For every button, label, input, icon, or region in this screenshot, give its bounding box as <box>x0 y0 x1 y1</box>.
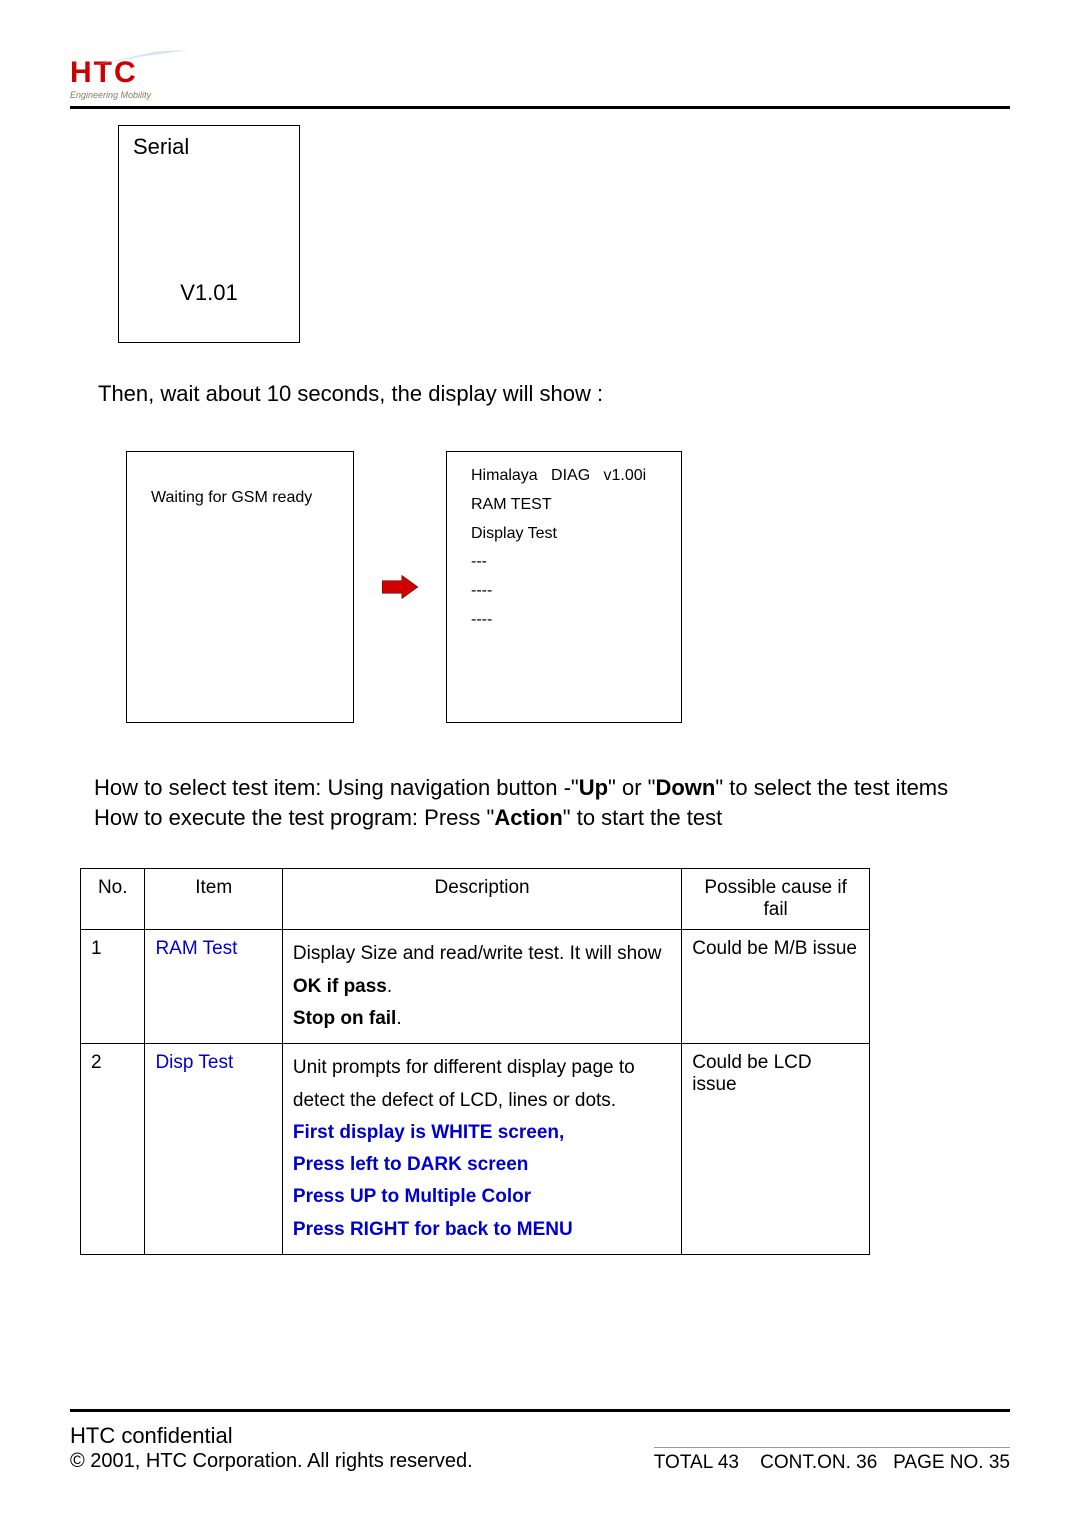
logo-brand-text: HTC <box>70 58 138 88</box>
ram-test-link: RAM Test <box>155 938 237 959</box>
cell-desc-1: Display Size and read/write test. It wil… <box>282 930 681 1044</box>
screens-row: Waiting for GSM ready Himalaya DIAG v1.0… <box>126 451 1010 723</box>
instr-select-prefix: How to select test item: Using navigatio… <box>94 775 579 800</box>
diag-dash-2: ---- <box>471 577 657 606</box>
diag-ram-test: RAM TEST <box>471 491 657 520</box>
table-row: 1 RAM Test Display Size and read/write t… <box>81 930 870 1044</box>
instr-down-key: Down <box>655 775 715 800</box>
serial-title: Serial <box>133 134 285 160</box>
instr-select-suffix: " to select the test items <box>715 775 948 800</box>
cell-no-1: 1 <box>81 930 145 1044</box>
screen-waiting-line1: Waiting for GSM ready <box>151 484 329 513</box>
cell-item-ram-test: RAM Test <box>145 930 282 1044</box>
test-items-table: No. Item Description Possible cause if f… <box>80 868 870 1255</box>
serial-box: Serial V1.01 <box>118 125 300 343</box>
col-header-desc: Description <box>282 869 681 930</box>
instruction-execute: How to execute the test program: Press "… <box>94 803 1010 833</box>
footer-cont: CONT.ON. 36 <box>760 1452 877 1473</box>
cell-item-disp-test: Disp Test <box>145 1044 282 1255</box>
desc2-text: Unit prompts for different display page … <box>293 1057 635 1110</box>
desc1-post: . <box>387 976 392 997</box>
col-header-cause: Possible cause if fail <box>682 869 870 930</box>
screen-waiting: Waiting for GSM ready <box>126 451 354 723</box>
cell-cause-2: Could be LCD issue <box>682 1044 870 1255</box>
instr-select-mid: " or " <box>608 775 655 800</box>
arrow-right-icon <box>382 573 418 601</box>
cell-desc-2: Unit prompts for different display page … <box>282 1044 681 1255</box>
diag-dash-3: ---- <box>471 606 657 635</box>
htc-logo: HTC Engineering Mobility <box>70 50 190 100</box>
desc1-stop-bold: Stop on fail <box>293 1008 396 1029</box>
cell-cause-1: Could be M/B issue <box>682 930 870 1044</box>
diag-display-test: Display Test <box>471 520 657 549</box>
instr-action-key: Action <box>494 805 562 830</box>
desc1-pre: Display Size and read/write test. It wil… <box>293 943 662 964</box>
footer-copyright: © 2001, HTC Corporation. All rights rese… <box>70 1449 473 1474</box>
footer-confidential: HTC confidential <box>70 1422 473 1450</box>
footer-right: TOTAL 43 CONT.ON. 36 PAGE NO. 35 <box>654 1447 1010 1474</box>
diag-dash-1: --- <box>471 548 657 577</box>
footer-divider <box>70 1409 1010 1412</box>
footer-page: PAGE NO. 35 <box>893 1452 1010 1473</box>
col-header-no: No. <box>81 869 145 930</box>
table-header-row: No. Item Description Possible cause if f… <box>81 869 870 930</box>
desc2-blue-white: First display is WHITE screen, <box>293 1117 671 1149</box>
instruction-select: How to select test item: Using navigatio… <box>94 773 1010 803</box>
desc2-blue-multi: Press UP to Multiple Color <box>293 1181 671 1213</box>
col-header-item: Item <box>145 869 282 930</box>
instructions-block: How to select test item: Using navigatio… <box>94 773 1010 832</box>
serial-version: V1.01 <box>133 280 285 306</box>
disp-test-link: Disp Test <box>155 1052 233 1073</box>
desc1-ok-bold: OK if pass <box>293 976 387 997</box>
desc1-stop-post: . <box>396 1008 401 1029</box>
table-row: 2 Disp Test Unit prompts for different d… <box>81 1044 870 1255</box>
instr-up-key: Up <box>579 775 608 800</box>
logo-tagline: Engineering Mobility <box>70 90 151 100</box>
wait-instruction-text: Then, wait about 10 seconds, the display… <box>98 381 1010 407</box>
diag-title: Himalaya DIAG v1.00i <box>471 462 657 491</box>
screen-diag-menu: Himalaya DIAG v1.00i RAM TEST Display Te… <box>446 451 682 723</box>
header-divider <box>70 106 1010 109</box>
page-footer: HTC confidential © 2001, HTC Corporation… <box>70 1409 1010 1475</box>
desc2-blue-dark: Press left to DARK screen <box>293 1149 671 1181</box>
footer-left: HTC confidential © 2001, HTC Corporation… <box>70 1422 473 1475</box>
desc2-blue-menu: Press RIGHT for back to MENU <box>293 1214 671 1246</box>
instr-exec-suffix: " to start the test <box>563 805 722 830</box>
instr-exec-prefix: How to execute the test program: Press " <box>94 805 494 830</box>
cell-no-2: 2 <box>81 1044 145 1255</box>
footer-total: TOTAL 43 <box>654 1452 739 1473</box>
